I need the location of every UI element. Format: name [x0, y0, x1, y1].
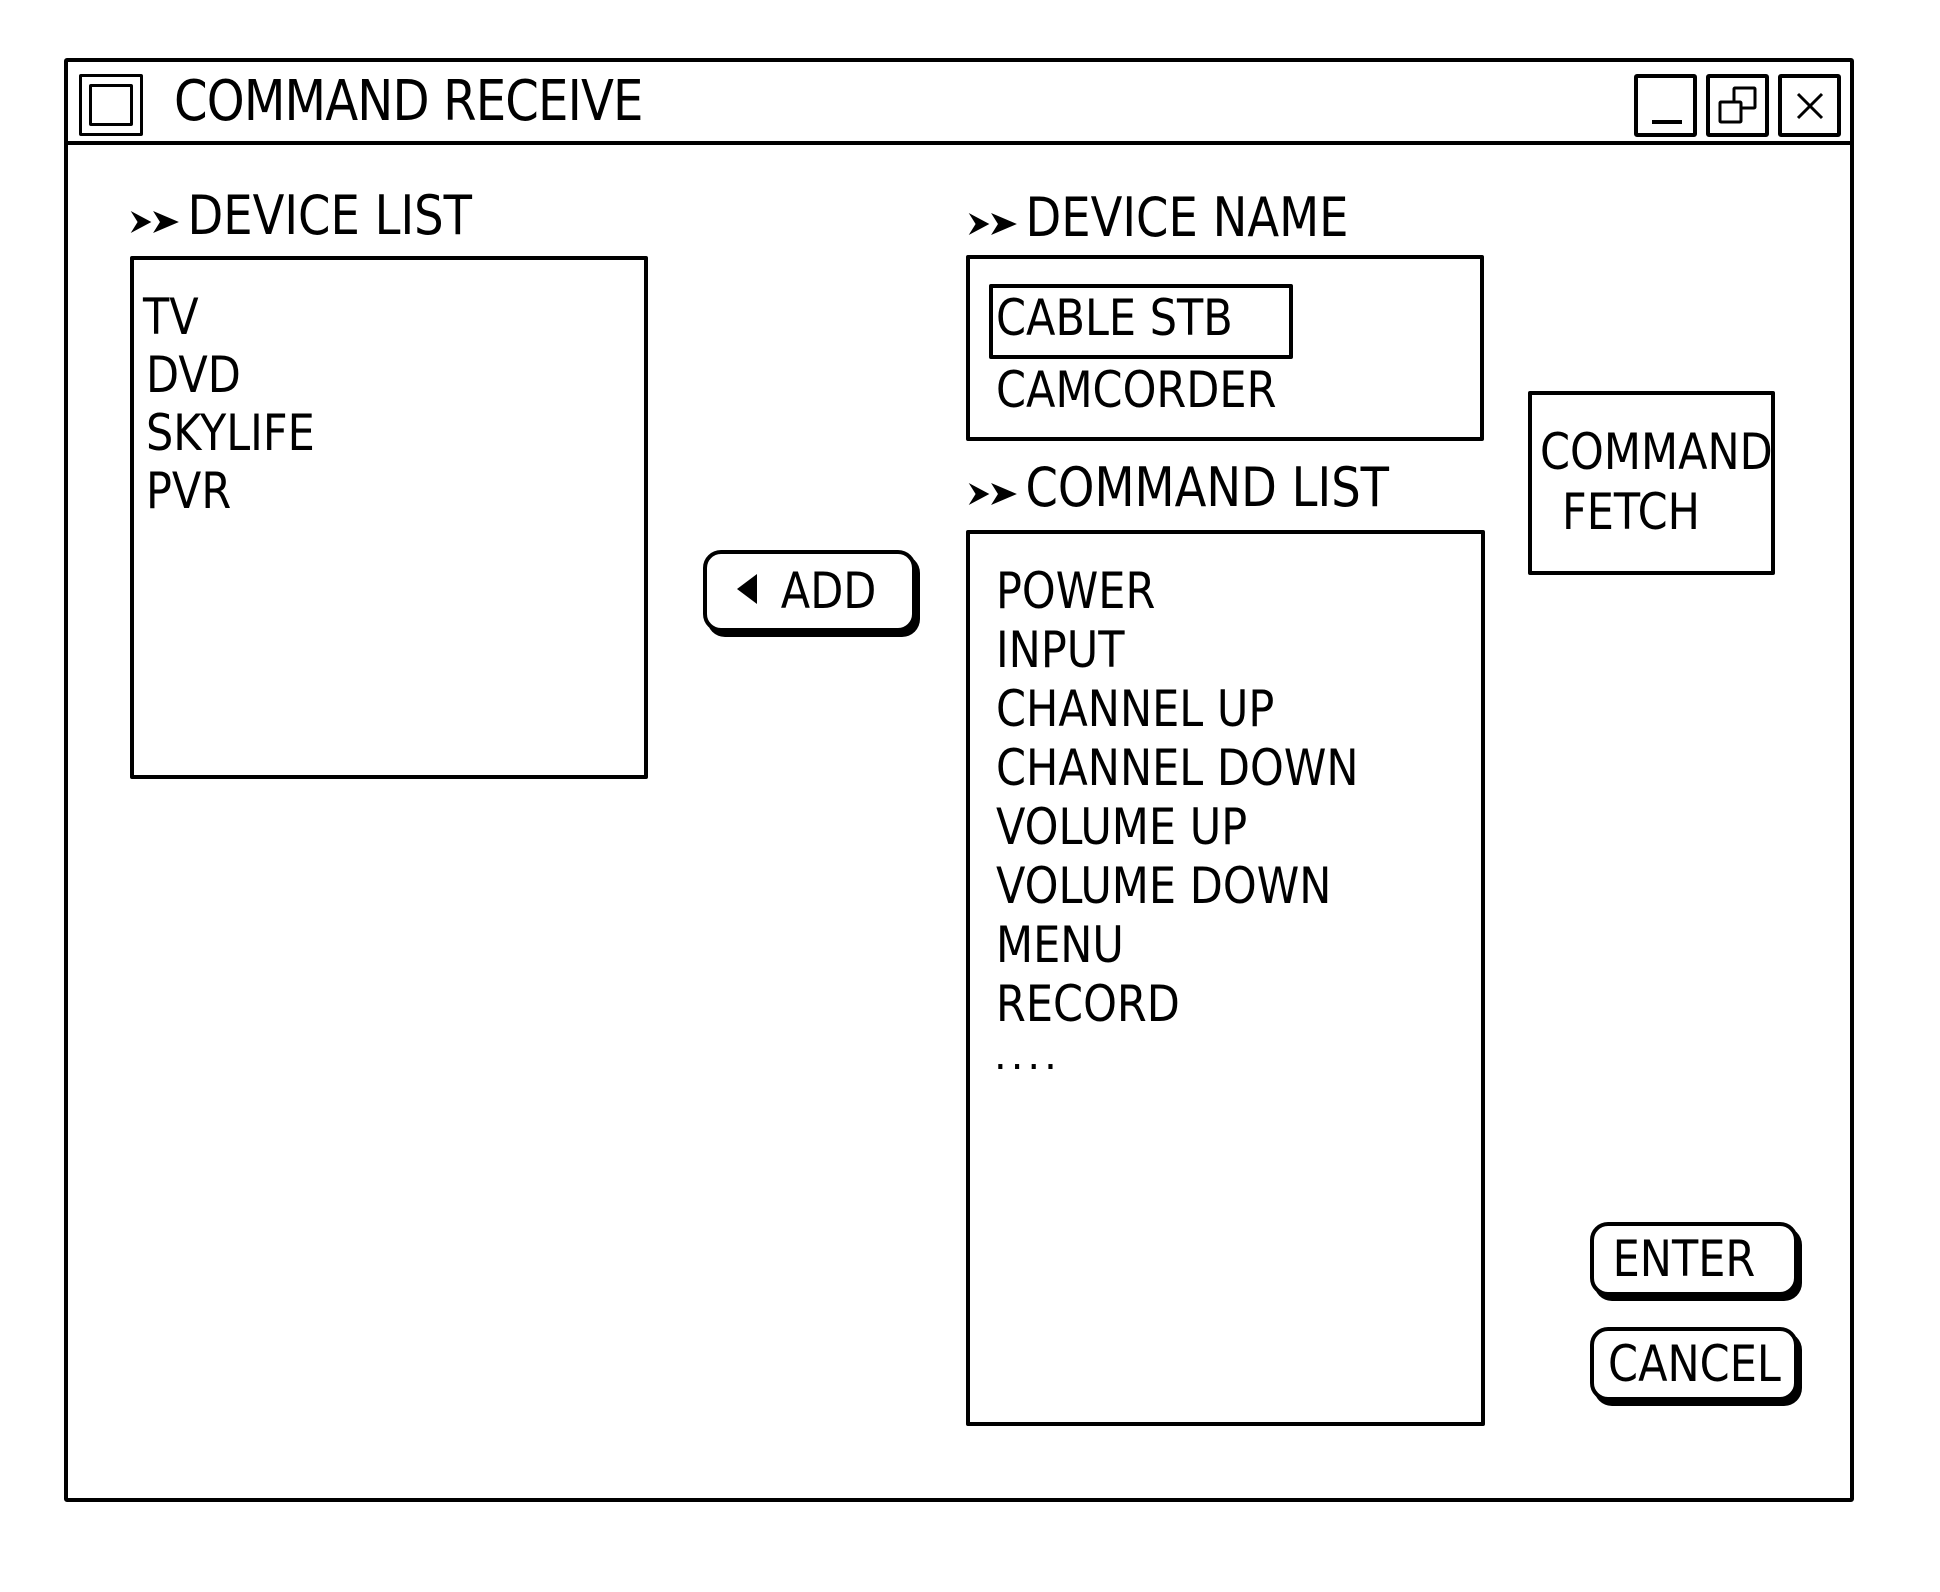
- enter-button[interactable]: ENTER: [1590, 1222, 1798, 1296]
- device-list-item[interactable]: SKYLIFE: [146, 404, 315, 462]
- command-fetch-label-line1: COMMAND: [1540, 423, 1773, 481]
- add-button-label: ADD: [780, 562, 877, 620]
- device-list-item[interactable]: PVR: [146, 462, 231, 520]
- title-bar[interactable]: COMMAND RECEIVE: [68, 62, 1850, 145]
- command-list-heading: COMMAND LIST: [967, 458, 1389, 521]
- device-name-item-selected[interactable]: CABLE STB: [996, 289, 1233, 347]
- command-list-item[interactable]: VOLUME DOWN: [996, 857, 1331, 915]
- device-name-item[interactable]: CAMCORDER: [996, 361, 1276, 419]
- command-list-item[interactable]: INPUT: [996, 621, 1125, 679]
- minimize-icon: [1652, 120, 1682, 124]
- command-list-box[interactable]: POWER INPUT CHANNEL UP CHANNEL DOWN VOLU…: [966, 530, 1485, 1426]
- double-chevron-right-icon: [967, 191, 1020, 251]
- command-list-heading-text: COMMAND LIST: [1025, 456, 1390, 519]
- command-list-item[interactable]: VOLUME UP: [996, 798, 1247, 856]
- device-list-item[interactable]: TV: [143, 288, 199, 346]
- restore-button[interactable]: [1706, 74, 1769, 137]
- more-items-indicator: ....: [994, 1033, 1061, 1079]
- window-system-menu-icon[interactable]: [79, 74, 143, 136]
- command-list-item[interactable]: CHANNEL DOWN: [996, 739, 1359, 797]
- command-fetch-button[interactable]: COMMAND FETCH: [1528, 391, 1775, 575]
- device-name-box[interactable]: CABLE STB CAMCORDER: [966, 255, 1484, 441]
- close-button[interactable]: [1778, 74, 1841, 137]
- command-list-item[interactable]: MENU: [996, 916, 1124, 974]
- command-list-item[interactable]: POWER: [996, 562, 1155, 620]
- device-name-heading: DEVICE NAME: [967, 188, 1349, 251]
- device-list-heading: DEVICE LIST: [129, 186, 472, 249]
- close-icon: [1796, 92, 1824, 120]
- enter-button-label: ENTER: [1612, 1230, 1756, 1288]
- add-button[interactable]: ADD: [703, 550, 916, 632]
- device-list-item[interactable]: DVD: [146, 346, 241, 404]
- device-name-heading-text: DEVICE NAME: [1025, 186, 1349, 249]
- window-title: COMMAND RECEIVE: [174, 69, 643, 134]
- command-list-item[interactable]: CHANNEL UP: [996, 680, 1274, 738]
- command-fetch-label-line2: FETCH: [1562, 483, 1701, 541]
- device-list-heading-text: DEVICE LIST: [187, 184, 473, 247]
- triangle-left-icon: [735, 572, 759, 610]
- double-chevron-right-icon: [967, 461, 1020, 521]
- restore-icon: [1718, 86, 1757, 124]
- double-chevron-right-icon: [129, 189, 182, 249]
- command-list-item[interactable]: RECORD: [996, 975, 1180, 1033]
- device-list-box[interactable]: TV DVD SKYLIFE PVR: [130, 256, 648, 779]
- command-receive-window: COMMAND RECEIVE DEVICE LIST TV DVD SKYLI…: [64, 58, 1854, 1502]
- cancel-button-label: CANCEL: [1607, 1335, 1781, 1393]
- minimize-button[interactable]: [1634, 74, 1697, 137]
- cancel-button[interactable]: CANCEL: [1590, 1327, 1798, 1401]
